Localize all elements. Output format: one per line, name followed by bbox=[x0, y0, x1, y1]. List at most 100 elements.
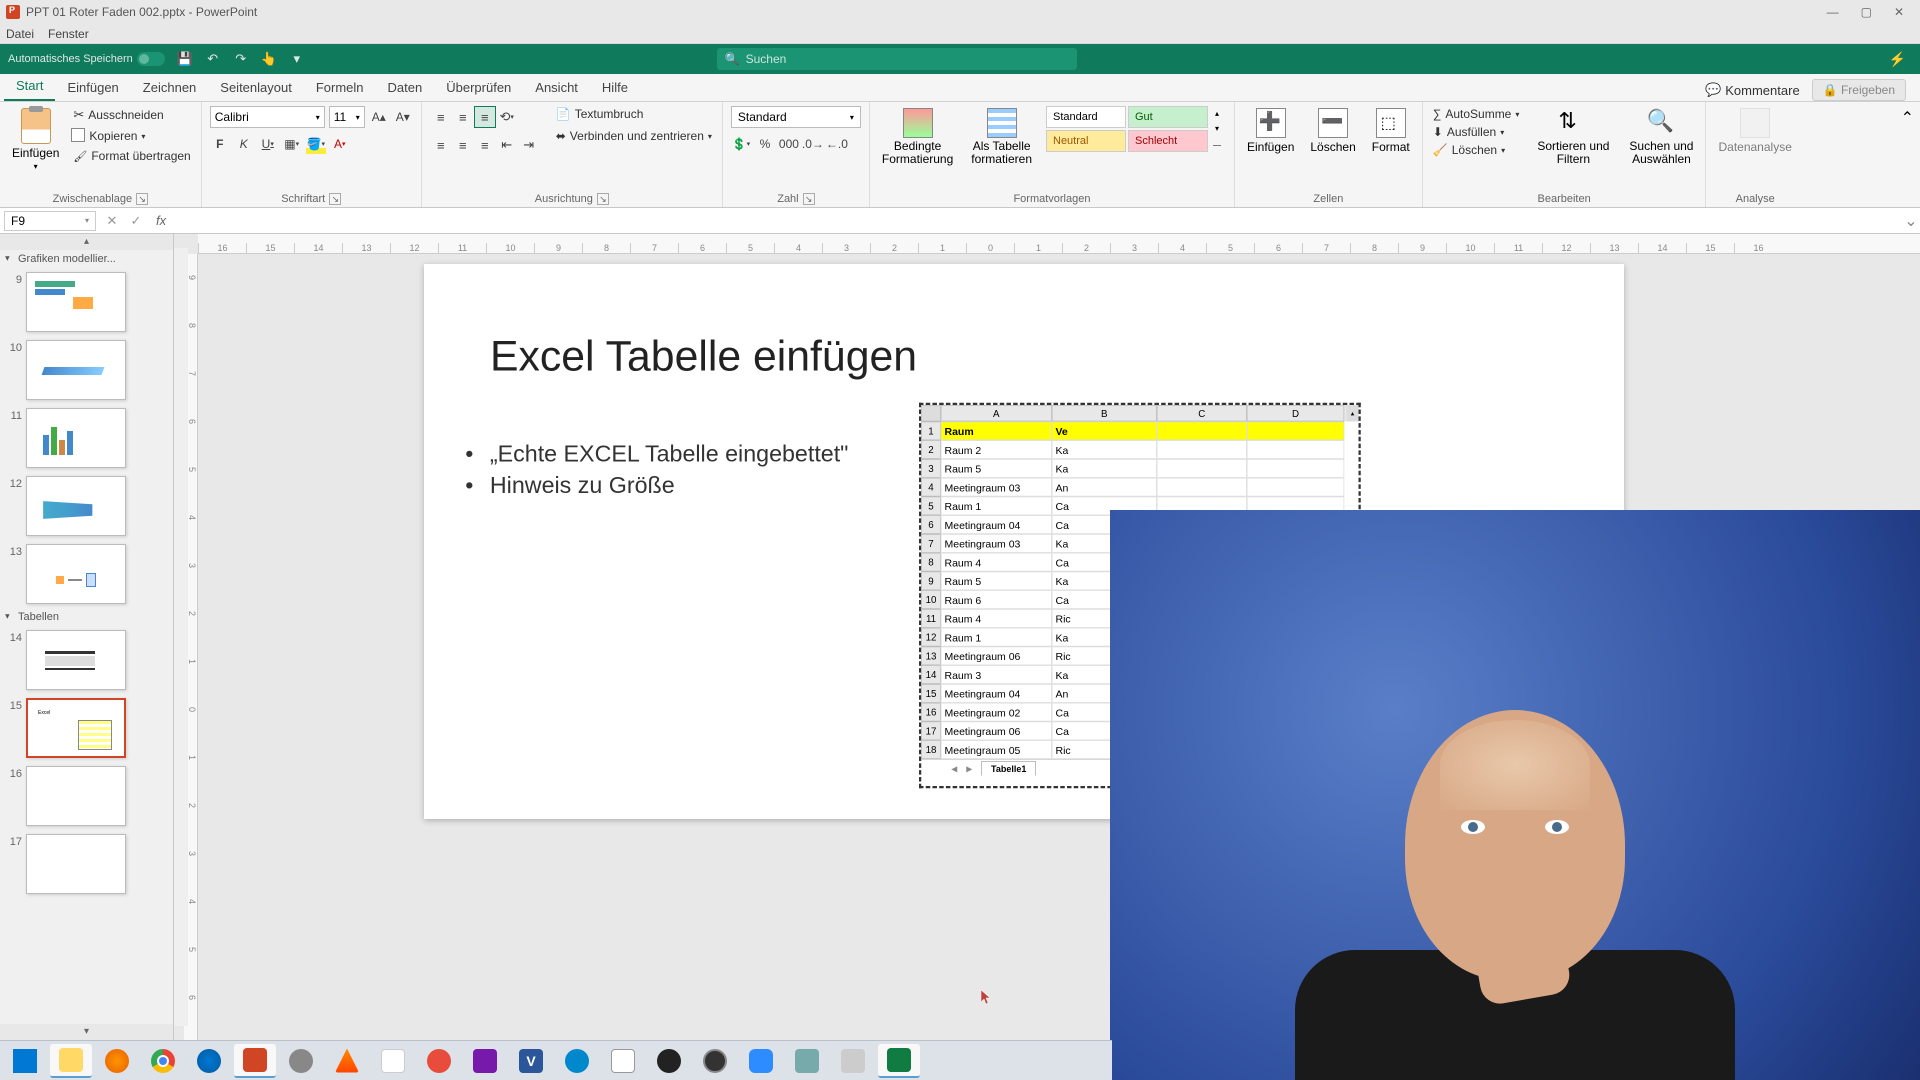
redo-icon[interactable]: ↷ bbox=[233, 51, 249, 67]
undo-icon[interactable]: ↶ bbox=[205, 51, 221, 67]
xl-cell[interactable]: Raum 1 bbox=[941, 628, 1052, 647]
clear-button[interactable]: 🧹 Löschen ▾ bbox=[1431, 142, 1522, 158]
xl-sheet-tab[interactable]: Tabelle1 bbox=[981, 761, 1036, 775]
xl-col-b[interactable]: B bbox=[1052, 405, 1157, 422]
xl-col-a[interactable]: A bbox=[941, 405, 1052, 422]
style-standard[interactable]: Standard bbox=[1046, 106, 1126, 128]
align-middle-button[interactable]: ≡ bbox=[452, 106, 474, 128]
xl-cell[interactable]: Raum 1 bbox=[941, 497, 1052, 516]
taskbar-powerpoint[interactable] bbox=[234, 1044, 276, 1078]
style-gallery-more[interactable]: ▴▾⎼ bbox=[1208, 106, 1226, 152]
increase-indent-button[interactable]: ⇥ bbox=[518, 134, 540, 156]
align-left-button[interactable]: ≡ bbox=[430, 134, 452, 156]
align-top-button[interactable]: ≡ bbox=[430, 106, 452, 128]
xl-cell[interactable] bbox=[1157, 459, 1247, 478]
xl-cell[interactable]: Meetingraum 02 bbox=[941, 703, 1052, 722]
conditional-format-button[interactable]: Bedingte Formatierung bbox=[878, 106, 957, 168]
xl-cell[interactable]: Meetingraum 04 bbox=[941, 684, 1052, 703]
taskbar-firefox[interactable] bbox=[96, 1044, 138, 1078]
find-select-button[interactable]: 🔍 Suchen und Auswählen bbox=[1625, 106, 1697, 168]
xl-row-header[interactable]: 8 bbox=[921, 553, 941, 572]
bold-button[interactable]: F bbox=[210, 134, 230, 154]
xl-cell[interactable]: Raum 4 bbox=[941, 553, 1052, 572]
font-size-select[interactable]: 11▾ bbox=[329, 106, 365, 128]
taskbar-obs[interactable] bbox=[648, 1044, 690, 1078]
fx-icon[interactable]: fx bbox=[148, 213, 174, 228]
orientation-button[interactable]: ⟲▾ bbox=[496, 106, 518, 128]
tab-formeln[interactable]: Formeln bbox=[304, 75, 376, 101]
taskbar-onenote[interactable] bbox=[464, 1044, 506, 1078]
maximize-button[interactable]: ▢ bbox=[1861, 5, 1872, 19]
start-button[interactable] bbox=[4, 1044, 46, 1078]
xl-cell[interactable] bbox=[1157, 440, 1247, 459]
save-icon[interactable]: 💾 bbox=[177, 51, 193, 67]
xl-cell[interactable]: Meetingraum 03 bbox=[941, 478, 1052, 497]
formula-input[interactable] bbox=[174, 211, 1902, 231]
format-cells-button[interactable]: ⬚ Format bbox=[1368, 106, 1414, 156]
taskbar-visio[interactable]: V bbox=[510, 1044, 552, 1078]
xl-cell[interactable]: Meetingraum 04 bbox=[941, 515, 1052, 534]
clipboard-dialog-launcher[interactable]: ↘ bbox=[136, 193, 148, 205]
xl-row-header[interactable]: 9 bbox=[921, 572, 941, 591]
cut-button[interactable]: Ausschneiden bbox=[71, 106, 192, 124]
menu-fenster[interactable]: Fenster bbox=[48, 27, 89, 41]
expand-formula-bar[interactable]: ⌄ bbox=[1902, 211, 1920, 231]
close-button[interactable]: ✕ bbox=[1894, 5, 1904, 19]
font-color-button[interactable]: A▾ bbox=[330, 134, 350, 154]
freigeben-button[interactable]: 🔒 Freigeben bbox=[1812, 79, 1906, 101]
section-grafiken[interactable]: Grafiken modellier... bbox=[0, 250, 173, 268]
taskbar-explorer[interactable] bbox=[50, 1044, 92, 1078]
xl-cell[interactable] bbox=[1247, 459, 1345, 478]
xl-sheet-nav-prev[interactable]: ◂ bbox=[951, 761, 957, 776]
menu-datei[interactable]: Datei bbox=[6, 27, 34, 41]
decrease-indent-button[interactable]: ⇤ bbox=[496, 134, 518, 156]
align-center-button[interactable]: ≡ bbox=[452, 134, 474, 156]
autosum-button[interactable]: ∑ AutoSumme ▾ bbox=[1431, 106, 1522, 122]
xl-cell[interactable]: Ka bbox=[1052, 440, 1157, 459]
xl-col-d[interactable]: D bbox=[1247, 405, 1345, 422]
delete-cells-button[interactable]: ➖ Löschen bbox=[1306, 106, 1359, 156]
xl-cell[interactable] bbox=[1247, 478, 1345, 497]
qat-more-icon[interactable]: ▾ bbox=[289, 51, 305, 67]
xl-row-header[interactable]: 5 bbox=[921, 497, 941, 516]
xl-cell[interactable]: An bbox=[1052, 478, 1157, 497]
fill-color-button[interactable]: 🪣▾ bbox=[306, 134, 326, 154]
xl-cell[interactable]: Raum 3 bbox=[941, 665, 1052, 684]
xl-cell[interactable] bbox=[1247, 440, 1345, 459]
taskbar-app6[interactable] bbox=[786, 1044, 828, 1078]
enter-formula-button[interactable]: ✓ bbox=[124, 213, 148, 229]
font-name-select[interactable]: Calibri▾ bbox=[210, 106, 325, 128]
xl-row-header[interactable]: 16 bbox=[921, 703, 941, 722]
xl-cell[interactable]: Ka bbox=[1052, 459, 1157, 478]
xl-sheet-nav-next[interactable]: ▸ bbox=[966, 761, 972, 776]
xl-col-c[interactable]: C bbox=[1157, 405, 1247, 422]
slide-title[interactable]: Excel Tabelle einfügen bbox=[490, 332, 917, 382]
xl-cell[interactable] bbox=[1157, 478, 1247, 497]
fill-button[interactable]: ⬇ Ausfüllen ▾ bbox=[1431, 124, 1522, 140]
taskbar-vlc[interactable] bbox=[326, 1044, 368, 1078]
xl-row[interactable]: 1RaumVe bbox=[921, 422, 1358, 441]
touch-mode-icon[interactable]: 👆 bbox=[261, 51, 277, 67]
thumb-15[interactable]: Excel bbox=[26, 698, 126, 758]
thumb-12[interactable] bbox=[26, 476, 126, 536]
xl-cell[interactable]: Meetingraum 03 bbox=[941, 534, 1052, 553]
xl-cell[interactable]: Raum 5 bbox=[941, 459, 1052, 478]
cancel-formula-button[interactable]: ✕ bbox=[100, 213, 124, 229]
taskbar-chrome[interactable] bbox=[142, 1044, 184, 1078]
kommentare-button[interactable]: 💬 Kommentare bbox=[1705, 82, 1800, 98]
wrap-text-button[interactable]: 📄Textumbruch bbox=[554, 106, 714, 122]
xl-row-header[interactable]: 1 bbox=[921, 422, 941, 441]
format-painter-button[interactable]: Format übertragen bbox=[71, 148, 192, 164]
number-dialog-launcher[interactable]: ↘ bbox=[803, 193, 815, 205]
tab-ansicht[interactable]: Ansicht bbox=[523, 75, 590, 101]
tab-daten[interactable]: Daten bbox=[376, 75, 435, 101]
border-button[interactable]: ▦▾ bbox=[282, 134, 302, 154]
copy-button[interactable]: Kopieren ▾ bbox=[71, 128, 192, 144]
slide-bullets[interactable]: „Echte EXCEL Tabelle eingebettet" Hinwei… bbox=[465, 440, 848, 503]
xl-cell[interactable] bbox=[1157, 422, 1247, 441]
decrease-decimal-button[interactable]: ←.0 bbox=[827, 134, 847, 154]
xl-cell[interactable]: Ve bbox=[1052, 422, 1157, 441]
collapse-ribbon-icon[interactable]: ⌃ bbox=[1895, 102, 1920, 207]
xl-cell[interactable]: Raum 5 bbox=[941, 572, 1052, 591]
xl-row-header[interactable]: 12 bbox=[921, 628, 941, 647]
